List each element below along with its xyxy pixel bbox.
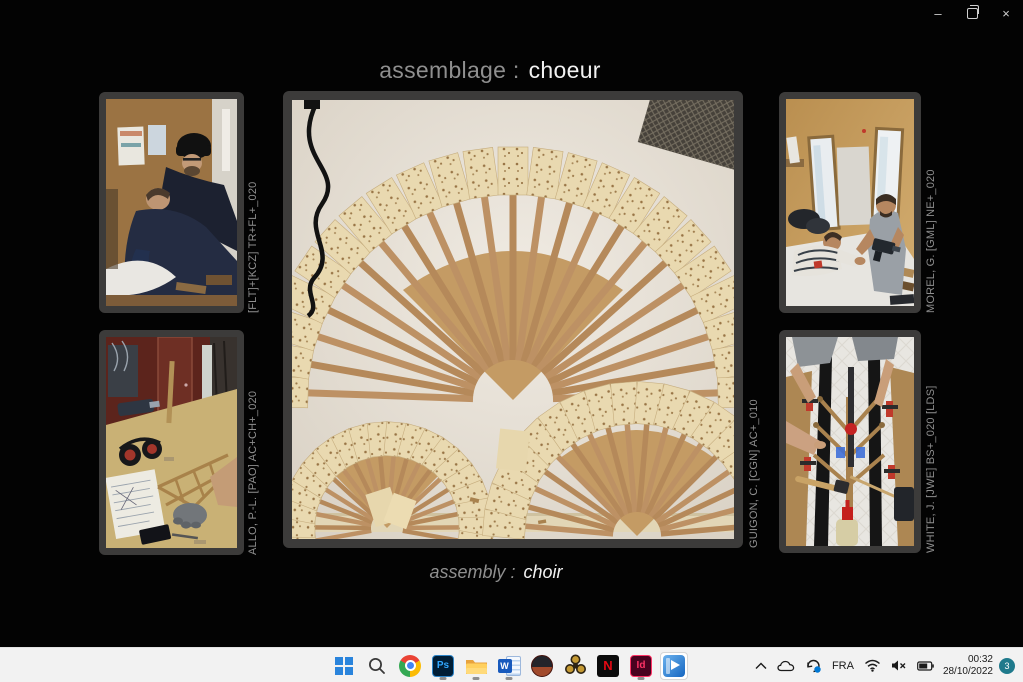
battery-button[interactable] xyxy=(912,652,939,680)
clock[interactable]: 00:32 28/10/2022 xyxy=(939,654,999,678)
running-indicator xyxy=(638,677,645,680)
language-indicator[interactable]: FRA xyxy=(827,652,859,680)
indesign-icon: Id xyxy=(630,655,652,677)
wifi-icon xyxy=(864,659,881,672)
round-app-icon xyxy=(531,655,553,677)
notification-badge[interactable]: 3 xyxy=(999,658,1015,674)
search-icon xyxy=(367,656,387,676)
photo-bottom-right-frame xyxy=(779,330,921,553)
word-icon: W xyxy=(498,655,521,677)
photoshop-button[interactable]: Ps xyxy=(429,652,457,680)
caption-top-right: MOREL, G. [GML] NE+_020 xyxy=(925,92,941,313)
slide-title-word: choeur xyxy=(529,57,601,84)
netflix-button[interactable]: N xyxy=(594,652,622,680)
indesign-button[interactable]: Id xyxy=(627,652,655,680)
battery-icon xyxy=(917,661,934,671)
chevron-up-icon xyxy=(755,662,767,670)
caption-bottom-left: ALLO, P.-L. [PAO] AC+CH+_020 xyxy=(247,330,263,555)
file-explorer-icon xyxy=(465,656,488,676)
photo-main-illustration xyxy=(292,100,734,539)
wifi-button[interactable] xyxy=(859,652,886,680)
clock-date: 28/10/2022 xyxy=(943,666,993,678)
media-player-button[interactable] xyxy=(660,652,688,680)
clock-time: 00:32 xyxy=(943,654,993,666)
minimize-icon: – xyxy=(934,6,941,21)
desktop-screen: – × assemblage : choeur xyxy=(0,0,1023,682)
start-button[interactable] xyxy=(330,652,358,680)
spinner-app-button[interactable] xyxy=(561,652,589,680)
sync-update-icon xyxy=(805,658,822,673)
caption-top-left: [FLT]+[KCZ] TR+FL+_020 xyxy=(247,92,263,313)
photo-top-right-illustration xyxy=(786,99,914,306)
photo-bottom-left-illustration xyxy=(106,337,237,548)
photo-top-left-illustration xyxy=(106,99,237,306)
round-app-button[interactable] xyxy=(528,652,556,680)
word-button[interactable]: W xyxy=(495,652,523,680)
photo-bottom-left-frame xyxy=(99,330,244,555)
onedrive-cloud-icon xyxy=(777,660,795,672)
slide-title-prefix: assemblage : xyxy=(379,57,519,84)
close-button[interactable]: × xyxy=(989,0,1023,26)
slide-subtitle-word: choir xyxy=(524,562,563,583)
chrome-button[interactable] xyxy=(396,652,424,680)
taskbar-icons: Ps W xyxy=(330,648,688,682)
search-button[interactable] xyxy=(363,652,391,680)
photo-top-left-frame xyxy=(99,92,244,313)
slide-subtitle-prefix: assembly : xyxy=(429,562,515,583)
restore-icon xyxy=(967,8,978,19)
running-indicator xyxy=(506,677,513,680)
photo-top-right-frame xyxy=(779,92,921,313)
sync-status-button[interactable] xyxy=(800,652,827,680)
file-explorer-button[interactable] xyxy=(462,652,490,680)
windows-logo-icon xyxy=(335,657,353,675)
running-indicator xyxy=(440,677,447,680)
spinner-app-icon xyxy=(564,654,587,677)
chrome-icon xyxy=(399,655,421,677)
media-player-icon xyxy=(663,655,685,677)
photo-main-frame xyxy=(283,91,743,548)
netflix-icon: N xyxy=(597,655,619,677)
close-icon: × xyxy=(1002,6,1010,21)
minimize-button[interactable]: – xyxy=(921,0,955,26)
tray-overflow-button[interactable] xyxy=(750,652,772,680)
system-tray: FRA xyxy=(750,648,1023,682)
window-controls: – × xyxy=(921,0,1023,26)
photo-bottom-right-illustration xyxy=(786,337,914,546)
photoshop-icon: Ps xyxy=(432,655,454,677)
taskbar: Ps W xyxy=(0,647,1023,682)
slide-subtitle: assembly : choir xyxy=(0,562,992,583)
caption-bottom-right: WHITE, J. [JWE] BS+_020 [LDS] xyxy=(925,330,941,553)
caption-main: GUIGON, C. [CGN] AC+_010 xyxy=(748,91,764,548)
slide-title: assemblage : choeur xyxy=(0,57,980,84)
onedrive-button[interactable] xyxy=(772,652,800,680)
volume-muted-icon xyxy=(891,659,907,672)
volume-button[interactable] xyxy=(886,652,912,680)
restore-button[interactable] xyxy=(955,0,989,26)
running-indicator xyxy=(473,677,480,680)
